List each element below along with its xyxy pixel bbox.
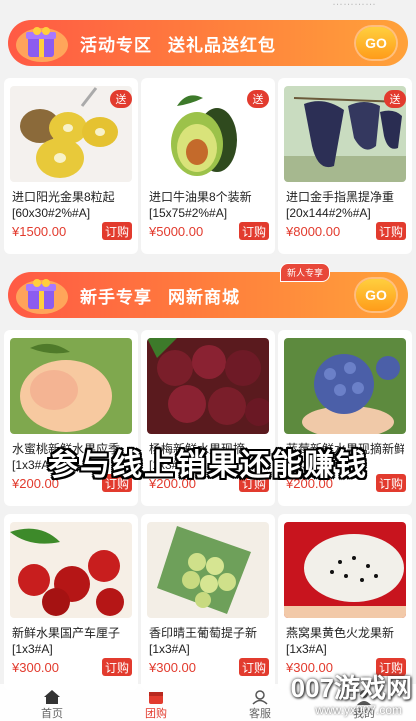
go-button[interactable]: GO [356,279,396,311]
product-name: 香印晴王葡萄提子新 [149,626,258,640]
banner-subtitle: 网新商城 [168,287,240,307]
product-spec: [60x30#2%#A] [12,206,91,220]
product-card[interactable]: 新鲜水果国产车厘子 [1x3#A] ¥300.00 订购 [4,514,138,690]
gift-badge: 送 [384,90,406,108]
partial-top-text: ………… [332,0,376,8]
product-spec: [1x3#A] [12,642,53,656]
banner-subtitle: 送礼品送红包 [168,35,276,55]
video-caption: 参与线上销果还能赚钱 [48,449,368,482]
product-name: 新鲜水果国产车厘子 [12,626,121,640]
banner-title: 活动专区 [80,35,152,55]
product-price: ¥300.00 [149,660,196,675]
order-button[interactable]: 订购 [102,222,132,240]
peach-image [10,338,132,434]
product-spec: [15x75#2%#A] [149,206,228,220]
dragon-fruit-image [284,522,406,618]
product-row-3: 新鲜水果国产车厘子 [1x3#A] ¥300.00 订购 香印晴王葡萄提子新 [… [0,514,416,690]
tab-group-buy[interactable]: 团购 [104,684,208,721]
product-spec: [1x3#A] [149,642,190,656]
gift-badge: 送 [110,90,132,108]
watermark-title: 007游戏网 [290,673,412,703]
site-watermark: 007游戏网 www.yx007.com [262,668,412,721]
watermark-url: www.yx007.com [315,703,402,717]
go-button[interactable]: GO [356,27,396,59]
product-name: 燕窝果黄色火龙果新 [286,626,395,640]
bayberry-image [147,338,269,434]
green-grape-image [147,522,269,618]
home-icon [44,690,60,704]
cherry-image [10,522,132,618]
order-button[interactable]: 订购 [102,658,132,676]
tab-label: 首页 [41,708,63,720]
activity-banner[interactable]: 活动专区 送礼品送红包 GO [8,20,408,66]
product-card[interactable]: 送 进口牛油果8个装新 [15x75#2%#A] ¥5000.00 订购 [141,78,275,254]
product-price: ¥1500.00 [12,224,67,239]
top-strip: ………… [0,0,416,10]
product-price: ¥8000.00 [286,224,341,239]
blueberry-image [284,338,406,434]
newcomer-tag: 新人专享 [280,263,331,282]
newcomer-banner[interactable]: 新手专享 网新商城 新人专享 GO [8,263,408,318]
product-card[interactable]: 送 进口金手指黑提净重 [20x144#2%#A] ¥8000.00 订购 [278,78,412,254]
product-name: 进口牛油果8个装新 [149,190,252,204]
product-row-1: 送 进口阳光金果8粒起 [60x30#2%#A] ¥1500.00 订购 送 进… [0,78,416,254]
product-price: ¥5000.00 [149,224,204,239]
product-card[interactable]: 燕窝果黄色火龙果新 [1x3#A] ¥300.00 订购 [278,514,412,690]
order-button[interactable]: 订购 [376,222,406,240]
store-icon [149,692,163,704]
gift-box-icon [14,275,70,315]
product-name: 进口阳光金果8粒起 [12,190,115,204]
product-card[interactable]: 香印晴王葡萄提子新 [1x3#A] ¥300.00 订购 [141,514,275,690]
product-card[interactable]: 送 进口阳光金果8粒起 [60x30#2%#A] ¥1500.00 订购 [4,78,138,254]
product-name: 进口金手指黑提净重 [286,190,395,204]
tab-label: 团购 [145,708,167,720]
order-button[interactable]: 订购 [239,222,269,240]
gift-badge: 送 [247,90,269,108]
product-spec: [1x3#A] [286,642,327,656]
banner-title: 新手专享 [80,287,152,307]
gift-box-icon [14,23,70,63]
product-price: ¥300.00 [12,660,59,675]
product-spec: [20x144#2%#A] [286,206,371,220]
tab-home[interactable]: 首页 [0,684,104,721]
